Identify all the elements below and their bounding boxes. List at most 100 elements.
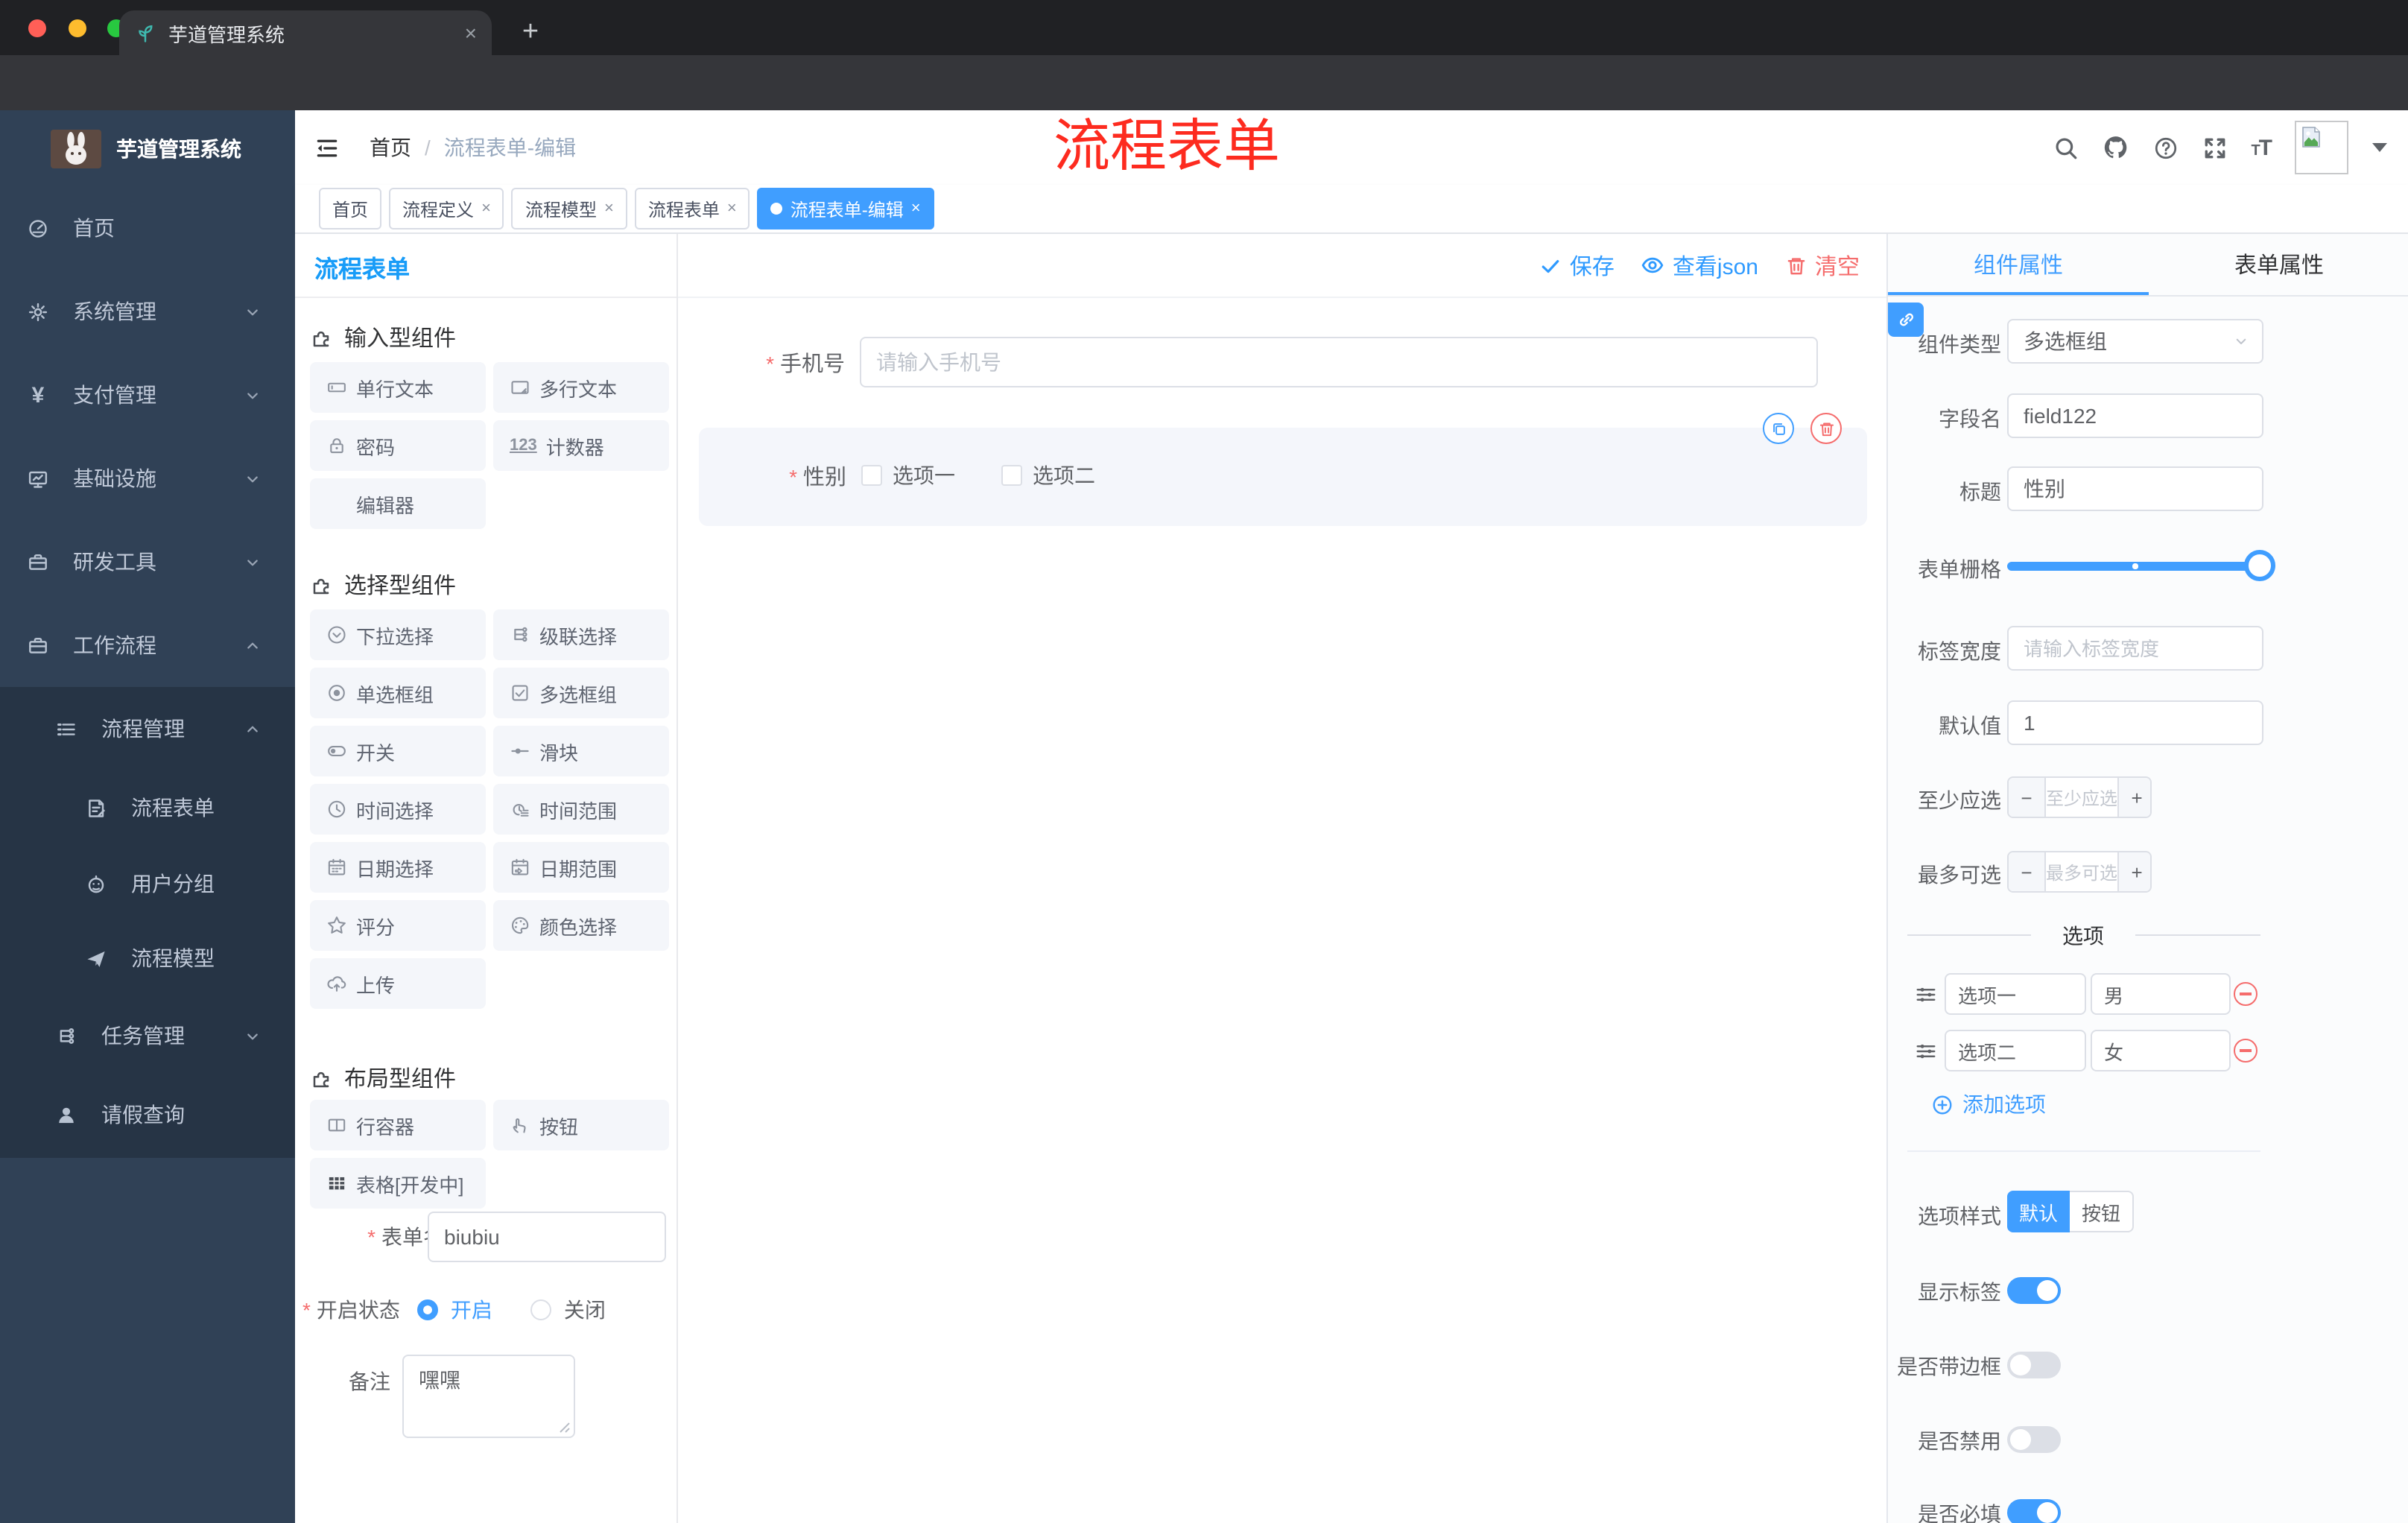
- clear-button[interactable]: 清空: [1785, 250, 1860, 281]
- palette-item-cascader[interactable]: 级联选择: [493, 609, 669, 660]
- palette-item-button[interactable]: 按钮: [493, 1100, 669, 1150]
- title-input[interactable]: [2007, 466, 2263, 511]
- gender-option1-label[interactable]: 选项一: [893, 460, 955, 490]
- sidebar-item-workflow[interactable]: 工作流程: [0, 607, 295, 684]
- fullscreen-icon[interactable]: [2202, 135, 2227, 160]
- radio-on-label[interactable]: 开启: [451, 1295, 492, 1325]
- palette-item-slider[interactable]: 滑块: [493, 726, 669, 776]
- radio-off[interactable]: [530, 1299, 552, 1320]
- tab-close-icon[interactable]: ×: [465, 21, 477, 45]
- palette-item-rate[interactable]: 评分: [310, 900, 486, 951]
- phone-input[interactable]: [860, 337, 1818, 387]
- palette-item-select[interactable]: 下拉选择: [310, 609, 486, 660]
- grid-slider-track[interactable]: [2007, 550, 2275, 581]
- tag-home[interactable]: 首页: [319, 188, 382, 229]
- stepper-minus-button[interactable]: −: [2009, 778, 2044, 817]
- palette-item-table[interactable]: 表格[开发中]: [310, 1158, 486, 1209]
- sidebar-item-system[interactable]: 系统管理: [0, 273, 295, 350]
- palette-item-checkbox-group[interactable]: 多选框组: [493, 668, 669, 718]
- remark-textarea[interactable]: 嘿嘿: [402, 1355, 575, 1438]
- default-value-input[interactable]: [2007, 700, 2263, 745]
- sidebar-item-process-model[interactable]: 流程模型: [0, 921, 295, 995]
- option2-value-input[interactable]: [2091, 1030, 2231, 1071]
- resize-handle[interactable]: [559, 1422, 571, 1434]
- border-toggle[interactable]: [2007, 1352, 2061, 1378]
- option2-label-input[interactable]: [1945, 1030, 2086, 1071]
- palette-item-password[interactable]: 密码: [310, 420, 486, 471]
- avatar-caret-icon[interactable]: [2372, 143, 2387, 152]
- traffic-minimize-button[interactable]: [69, 19, 86, 37]
- sidebar-item-process-mgmt[interactable]: 流程管理: [0, 691, 295, 766]
- view-json-button[interactable]: 查看json: [1641, 250, 1758, 281]
- remove-option1-button[interactable]: [2234, 982, 2258, 1006]
- tag-process-model[interactable]: 流程模型 ×: [511, 188, 627, 229]
- help-icon[interactable]: [2152, 135, 2178, 160]
- sidebar-item-home[interactable]: 首页: [0, 189, 295, 267]
- browser-tab[interactable]: 芋道管理系统 ×: [119, 10, 492, 55]
- show-label-toggle[interactable]: [2007, 1277, 2061, 1304]
- form-name-input[interactable]: [428, 1212, 666, 1262]
- tag-close-icon[interactable]: ×: [604, 200, 614, 218]
- tab-form-props[interactable]: 表单属性: [2149, 234, 2408, 295]
- gender-option2-checkbox[interactable]: [1001, 465, 1022, 486]
- tab-component-props[interactable]: 组件属性: [1888, 234, 2149, 295]
- label-width-input[interactable]: [2007, 626, 2263, 671]
- min-select-placeholder[interactable]: 至少应选: [2044, 778, 2120, 817]
- palette-item-row-container[interactable]: 行容器: [310, 1100, 486, 1150]
- add-option-button[interactable]: 添加选项: [1931, 1089, 2046, 1119]
- tag-close-icon[interactable]: ×: [911, 200, 921, 218]
- option2-value-field[interactable]: [2091, 1030, 2231, 1071]
- delete-component-button[interactable]: [1810, 413, 1842, 444]
- gender-option2-label[interactable]: 选项二: [1033, 460, 1095, 490]
- tag-process-form[interactable]: 流程表单 ×: [634, 188, 750, 229]
- copy-component-button[interactable]: [1763, 413, 1794, 444]
- breadcrumb-home[interactable]: 首页: [370, 133, 411, 162]
- sidebar-item-task-mgmt[interactable]: 任务管理: [0, 998, 295, 1073]
- sidebar-collapse-icon[interactable]: [314, 136, 340, 161]
- new-tab-button[interactable]: +: [510, 12, 551, 54]
- palette-item-radio-group[interactable]: 单选框组: [310, 668, 486, 718]
- stepper-plus-button[interactable]: +: [2119, 778, 2150, 817]
- font-size-icon[interactable]: TT: [2251, 135, 2272, 160]
- field-name-input[interactable]: [2007, 393, 2263, 438]
- sidebar-item-leave-query[interactable]: 请假查询: [0, 1077, 295, 1152]
- option1-label-input[interactable]: [1945, 973, 2086, 1015]
- default-value-field[interactable]: [2007, 700, 2263, 745]
- stepper-plus-button[interactable]: +: [2119, 852, 2150, 891]
- sidebar-item-user-group[interactable]: 用户分组: [0, 846, 295, 921]
- option1-value-field[interactable]: [2091, 973, 2231, 1015]
- github-icon[interactable]: [2102, 134, 2129, 161]
- radio-on[interactable]: [417, 1299, 439, 1320]
- palette-item-time-picker[interactable]: 时间选择: [310, 784, 486, 835]
- style-button-button[interactable]: 按钮: [2070, 1191, 2134, 1232]
- palette-item-editor[interactable]: 编辑器: [310, 478, 486, 529]
- max-select-placeholder[interactable]: 最多可选: [2044, 852, 2120, 891]
- palette-item-switch[interactable]: 开关: [310, 726, 486, 776]
- option-drag-handle[interactable]: [1915, 1040, 1937, 1063]
- selected-component-gender[interactable]: * 性别 选项一 选项二: [699, 413, 1867, 526]
- gender-option1-checkbox[interactable]: [861, 465, 882, 486]
- stepper-minus-button[interactable]: −: [2009, 852, 2044, 891]
- palette-item-time-range[interactable]: 时间范围: [493, 784, 669, 835]
- palette-item-color-picker[interactable]: 颜色选择: [493, 900, 669, 951]
- label-width-field[interactable]: [2007, 626, 2263, 671]
- sidebar-item-infra[interactable]: 基础设施: [0, 440, 295, 517]
- search-icon[interactable]: [2053, 135, 2078, 160]
- option2-label-field[interactable]: [1945, 1030, 2086, 1071]
- component-type-select[interactable]: 多选框组: [2007, 319, 2263, 364]
- field-name-field[interactable]: [2007, 393, 2263, 438]
- title-field[interactable]: [2007, 466, 2263, 511]
- sidebar-item-process-form[interactable]: 流程表单: [0, 770, 295, 845]
- palette-item-date-picker[interactable]: 日期选择: [310, 842, 486, 893]
- option1-label-field[interactable]: [1945, 973, 2086, 1015]
- required-toggle[interactable]: [2007, 1499, 2061, 1523]
- style-default-button[interactable]: 默认: [2007, 1191, 2070, 1232]
- tag-close-icon[interactable]: ×: [727, 200, 737, 218]
- remark-field[interactable]: 嘿嘿: [402, 1355, 575, 1438]
- form-name-field[interactable]: [428, 1212, 666, 1262]
- sidebar-logo[interactable]: 芋道管理系统: [0, 110, 295, 188]
- traffic-close-button[interactable]: [28, 19, 46, 37]
- palette-item-counter[interactable]: 123 计数器: [493, 420, 669, 471]
- avatar-broken-image[interactable]: [2295, 121, 2348, 174]
- tag-close-icon[interactable]: ×: [481, 200, 491, 218]
